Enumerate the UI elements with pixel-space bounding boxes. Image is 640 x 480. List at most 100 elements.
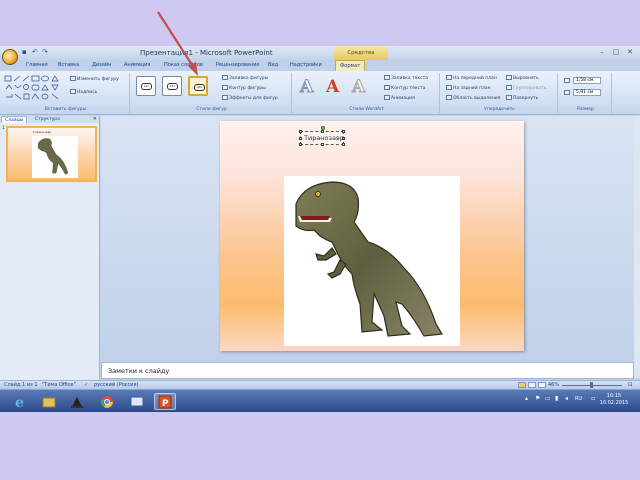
group-label-insert-shapes: Вставить фигуры (2, 107, 129, 113)
network-icon[interactable]: ▮ (555, 396, 561, 402)
title-bar: ▪ ↶ ↷ Презентация1 - Microsoft PowerPoin… (0, 46, 640, 70)
resize-handle[interactable] (321, 130, 324, 133)
tab-addins[interactable]: Надстройки (290, 62, 322, 68)
align-button[interactable]: Выровнять (506, 75, 539, 81)
height-field[interactable]: 1,58 см (573, 77, 601, 84)
explorer-icon[interactable] (38, 393, 60, 410)
clock[interactable]: 16:15 10.02.2015 (596, 393, 632, 407)
resize-handle[interactable] (321, 143, 324, 146)
shape-effects-button[interactable]: Эффекты для фигур (222, 95, 278, 101)
ie-icon[interactable]: e (10, 393, 32, 410)
text-outline-button[interactable]: Контур текста (384, 85, 425, 91)
width-field[interactable]: 5,91 см (573, 89, 601, 96)
resize-handle[interactable] (342, 143, 345, 146)
language-indicator[interactable]: RU (575, 396, 587, 402)
zoom-level[interactable]: 46% (548, 382, 559, 388)
selection-pane-button[interactable]: Область выделения (446, 95, 500, 101)
text-fill-icon (384, 75, 390, 80)
shape-fill-button[interactable]: Заливка фигуры (222, 75, 268, 81)
tab-home[interactable]: Главная (26, 62, 48, 68)
group-label-arrange: Упорядочить (442, 107, 557, 113)
resize-handle[interactable] (299, 143, 302, 146)
group-icon (506, 85, 512, 90)
close-icon[interactable]: ✕ (626, 48, 634, 56)
slide-title[interactable]: Тиранозавр (304, 134, 344, 142)
title-placeholder[interactable]: Тиранозавр (299, 126, 345, 146)
wordart-style-2[interactable]: A (326, 77, 339, 97)
office-button[interactable] (2, 49, 18, 65)
minimize-icon[interactable]: – (598, 48, 606, 56)
chrome-icon[interactable] (96, 393, 118, 410)
group-label-wordart: Стили WordArt (294, 107, 439, 113)
maximize-icon[interactable]: □ (612, 48, 620, 56)
text-effects-button[interactable]: Анимация (384, 95, 415, 101)
group-button[interactable]: Группировать (506, 85, 546, 91)
spellcheck-icon[interactable]: ✓ (84, 382, 88, 388)
shapes-gallery[interactable] (4, 75, 66, 105)
height-icon (564, 78, 570, 83)
vertical-scrollbar[interactable] (634, 116, 640, 378)
close-icon[interactable]: ✕ (93, 116, 97, 122)
redo-icon[interactable]: ↷ (42, 49, 49, 56)
rotate-icon (506, 95, 512, 100)
resize-handle[interactable] (299, 137, 302, 140)
text-fill-button[interactable]: Заливка текста (384, 75, 428, 81)
fit-window-icon[interactable]: ⊡ (628, 382, 632, 388)
slide-sorter-icon[interactable] (528, 382, 536, 388)
tab-design[interactable]: Дизайн (92, 62, 111, 68)
tray-arrow-icon[interactable]: ▴ (525, 396, 531, 402)
bring-front-icon (446, 75, 452, 80)
tab-review[interactable]: Рецензирование (216, 62, 260, 68)
notes-pane[interactable]: Заметки к слайду (101, 362, 634, 379)
tab-format[interactable]: Формат (335, 60, 366, 71)
thumb-number: 1 (2, 126, 5, 131)
save-icon[interactable]: ▪ (22, 49, 29, 56)
wizard-hat-icon[interactable] (66, 393, 88, 410)
monitor-icon[interactable]: ▭ (545, 396, 551, 402)
send-back-button[interactable]: На задний план (446, 85, 491, 91)
width-icon (564, 90, 570, 95)
selection-pane-icon (446, 95, 452, 100)
tab-slides[interactable]: Слайды (1, 116, 28, 123)
tab-view[interactable]: Вид (268, 62, 278, 68)
quick-access-toolbar: ▪ ↶ ↷ (22, 49, 49, 56)
tab-animation[interactable]: Анимация (124, 62, 150, 68)
change-shape-button[interactable]: Изменить фигуру (70, 76, 119, 82)
slides-panel: Слайды Структура ✕ 1 Тиранозавр (0, 116, 100, 398)
dinosaur-image[interactable] (284, 176, 460, 346)
edit-shape-icon (70, 76, 76, 81)
powerpoint-icon[interactable]: P (154, 393, 176, 410)
text-box-button[interactable]: Надпись (70, 89, 97, 95)
group-label-shape-styles: Стили фигур (132, 107, 291, 113)
wordart-style-3[interactable]: A (351, 77, 365, 98)
volume-icon[interactable]: ◂ (565, 396, 571, 402)
group-size: 1,58 см 5,91 см Размер (560, 73, 612, 113)
resize-handle[interactable] (342, 130, 345, 133)
flag-icon[interactable]: ⚑ (535, 396, 541, 402)
computer-icon[interactable] (126, 393, 148, 410)
tab-outline[interactable]: Структура (32, 116, 63, 123)
slideshow-view-icon[interactable] (538, 382, 546, 388)
slide-thumbnail[interactable]: Тиранозавр (6, 126, 97, 182)
taskbar: e P ▴ ⚑ ▭ ▮ ◂ RU ▫ 16:15 10.02.2015 (0, 389, 640, 412)
powerpoint-window: ▪ ↶ ↷ Презентация1 - Microsoft PowerPoin… (0, 46, 640, 412)
clock-time: 16:15 (606, 393, 622, 399)
system-tray: ▴ ⚑ ▭ ▮ ◂ RU ▫ (525, 396, 597, 403)
tab-insert[interactable]: Вставка (58, 62, 79, 68)
pen-icon (222, 85, 228, 90)
rotate-button[interactable]: Повернуть (506, 95, 538, 101)
language-indicator[interactable]: русский (Россия) (94, 382, 138, 388)
status-bar: Слайд 1 из 1 "Тема Office" ✓ русский (Ро… (0, 380, 640, 389)
resize-handle[interactable] (299, 130, 302, 133)
text-effects-icon (384, 95, 390, 100)
bring-front-button[interactable]: На передний план (446, 75, 497, 81)
wordart-style-1[interactable]: A (299, 77, 313, 98)
send-back-icon (446, 85, 452, 90)
undo-icon[interactable]: ↶ (32, 49, 39, 56)
zoom-thumb[interactable] (590, 382, 593, 388)
slide-canvas[interactable]: Тиранозавр (220, 121, 524, 351)
shape-outline-button[interactable]: Контур фигуры (222, 85, 266, 91)
normal-view-icon[interactable] (518, 382, 526, 388)
text-box-icon (70, 89, 76, 94)
panel-tabs: Слайды Структура ✕ (0, 116, 99, 123)
